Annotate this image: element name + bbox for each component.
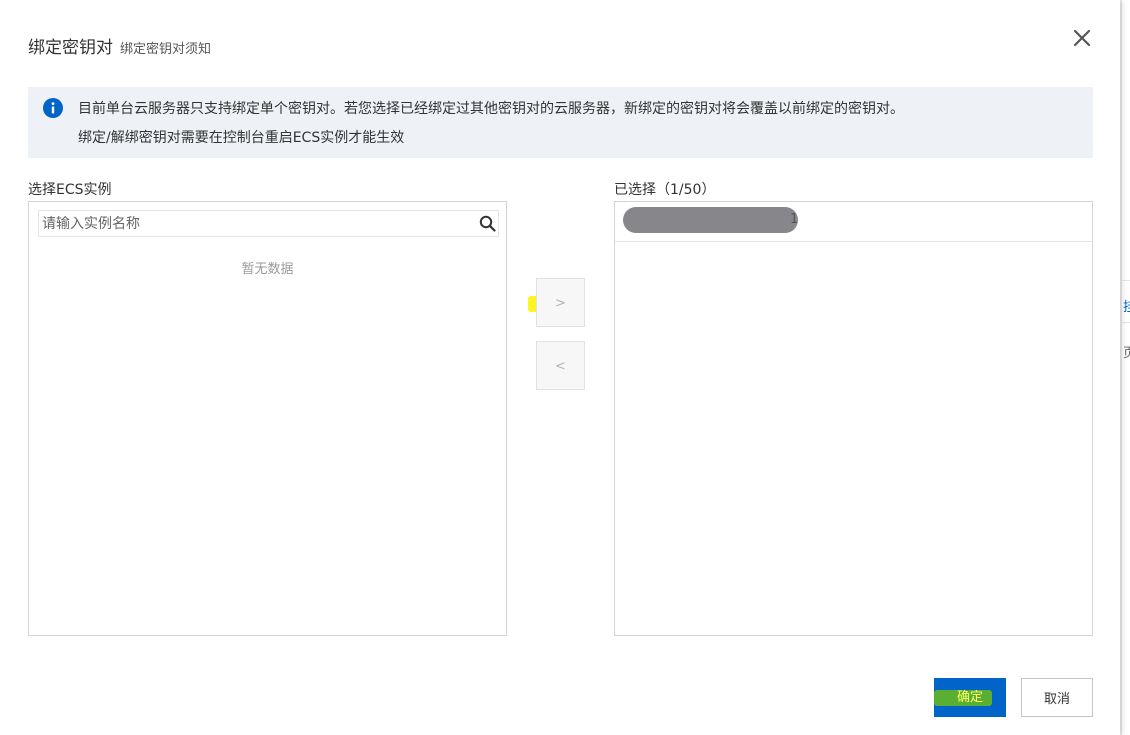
info-banner: 目前单台云服务器只支持绑定单个密钥对。若您选择已经绑定过其他密钥对的云服务器，新… [28, 87, 1093, 158]
right-panel-title: 已选择（1/50） [614, 182, 716, 198]
dialog-subtitle[interactable]: 绑定密钥对须知 [120, 38, 211, 57]
instance-name-tail: 1 [790, 212, 799, 227]
left-panel-title: 选择ECS实例 [28, 182, 112, 198]
background-divider [1122, 280, 1130, 281]
list-item[interactable]: 1 [615, 202, 1092, 242]
background-glyph: 挂 [1123, 300, 1130, 315]
close-icon [1073, 29, 1091, 47]
dialog-header: 绑定密钥对 绑定密钥对须知 [28, 33, 211, 58]
info-icon [43, 98, 63, 118]
search-icon[interactable] [479, 215, 496, 232]
close-button[interactable] [1070, 26, 1094, 50]
background-divider [1122, 322, 1130, 323]
dialog-title: 绑定密钥对 [28, 38, 113, 58]
empty-state-text: 暂无数据 [241, 262, 294, 277]
info-text-line-1: 目前单台云服务器只支持绑定单个密钥对。若您选择已经绑定过其他密钥对的云服务器，新… [78, 101, 904, 117]
instance-search-input[interactable] [39, 211, 469, 236]
selected-instance-list: 1 [614, 201, 1093, 636]
info-text-line-2: 绑定/解绑密钥对需要在控制台重启ECS实例才能生效 [78, 130, 405, 146]
background-page [1122, 0, 1130, 735]
move-to-left-button[interactable]: < [536, 341, 585, 390]
confirm-button[interactable] [934, 678, 1006, 717]
cancel-button[interactable]: 取消 [1021, 678, 1093, 717]
instance-search [38, 210, 499, 237]
page: 挂 页 绑定密钥对 绑定密钥对须知 目前单台云服务器只支持绑定单个密钥对。若您选… [0, 0, 1130, 735]
move-to-right-button[interactable]: > [536, 278, 585, 327]
redacted-instance-name [623, 207, 798, 233]
bind-keypair-dialog: 绑定密钥对 绑定密钥对须知 目前单台云服务器只支持绑定单个密钥对。若您选择已经绑… [0, 0, 1120, 735]
instance-source-list: 暂无数据 [28, 201, 507, 636]
background-glyph: 页 [1123, 346, 1130, 361]
